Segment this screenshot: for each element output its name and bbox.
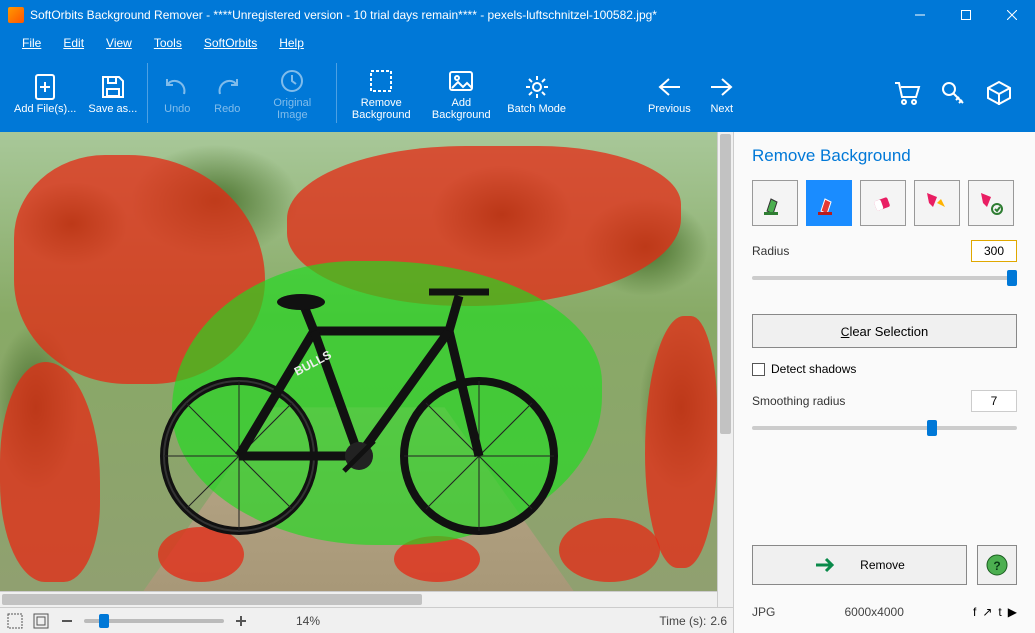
remove-bg-icon [367, 67, 395, 95]
close-button[interactable] [989, 0, 1035, 30]
smoothing-slider[interactable] [752, 426, 1017, 430]
youtube-icon[interactable]: ▶ [1008, 605, 1017, 619]
smoothing-label: Smoothing radius [752, 394, 845, 408]
side-panel: Remove Background Radius CClear Selectio… [733, 132, 1035, 633]
menu-tools[interactable]: Tools [144, 33, 192, 52]
save-as-button[interactable]: Save as... [82, 56, 143, 130]
menu-help[interactable]: Help [269, 33, 314, 52]
facebook-icon[interactable]: f [973, 605, 976, 619]
zoom-in-icon[interactable] [232, 612, 250, 630]
original-image-button[interactable]: Original Image [252, 56, 332, 130]
background-marker-tool[interactable] [806, 180, 852, 226]
zoom-out-icon[interactable] [58, 612, 76, 630]
app-icon [8, 7, 24, 23]
svg-text:?: ? [993, 559, 1000, 573]
menu-bar: File Edit View Tools SoftOrbits Help [0, 30, 1035, 54]
package-icon[interactable] [983, 77, 1015, 109]
zoom-slider[interactable] [84, 619, 224, 623]
zoom-fit-icon[interactable] [6, 612, 24, 630]
canvas-viewport[interactable]: BULLS [0, 132, 733, 607]
undo-icon [163, 73, 191, 101]
menu-view[interactable]: View [96, 33, 142, 52]
title-bar: SoftOrbits Background Remover - ****Unre… [0, 0, 1035, 30]
time-value: 2.6 [710, 614, 727, 628]
vertical-scrollbar[interactable] [717, 132, 733, 607]
menu-softorbits[interactable]: SoftOrbits [194, 33, 267, 52]
bicycle-image: BULLS [129, 236, 589, 536]
redo-button[interactable]: Redo [202, 56, 252, 130]
radius-label: Radius [752, 244, 789, 258]
add-files-button[interactable]: Add File(s)... [8, 56, 82, 130]
marker-tools [752, 180, 1017, 226]
radius-slider[interactable] [752, 276, 1017, 280]
time-label: Time (s): [659, 614, 706, 628]
radius-input[interactable] [971, 240, 1017, 262]
foreground-marker-tool[interactable] [752, 180, 798, 226]
zoom-value: 14% [296, 614, 320, 628]
horizontal-scrollbar[interactable] [0, 591, 717, 607]
help-icon: ? [985, 553, 1009, 577]
remove-label: Remove [860, 558, 905, 572]
canvas-area: BULLS 14% Time (s): 2.6 [0, 132, 733, 633]
format-label: JPG [752, 605, 775, 619]
quick-select-tool[interactable] [914, 180, 960, 226]
zoom-actual-icon[interactable] [32, 612, 50, 630]
key-icon[interactable] [937, 77, 969, 109]
menu-edit[interactable]: Edit [53, 33, 94, 52]
image-icon [447, 67, 475, 95]
clear-selection-button[interactable]: CClear Selectionlear Selection [752, 314, 1017, 348]
detect-shadows-label: Detect shadows [771, 362, 856, 376]
cart-icon[interactable] [891, 77, 923, 109]
gear-icon [523, 73, 551, 101]
share-icon[interactable]: ↗ [982, 605, 992, 619]
add-background-button[interactable]: Add Background [421, 56, 501, 130]
minimize-button[interactable] [897, 0, 943, 30]
arrow-right-icon [708, 73, 736, 101]
panel-title: Remove Background [752, 146, 1017, 166]
main-area: BULLS 14% Time (s): 2.6 Remove Backgroun… [0, 132, 1035, 633]
history-icon [278, 67, 306, 95]
eraser-tool[interactable] [860, 180, 906, 226]
maximize-button[interactable] [943, 0, 989, 30]
detect-shadows-checkbox[interactable]: Detect shadows [752, 362, 1017, 376]
previous-button[interactable]: Previous [642, 56, 697, 130]
remove-button[interactable]: Remove [752, 545, 967, 585]
dimensions-label: 6000x4000 [844, 605, 903, 619]
add-file-icon [31, 73, 59, 101]
arrow-right-icon [814, 557, 836, 573]
toolbar: Add File(s)... Save as... Undo Redo Orig… [0, 54, 1035, 132]
window-title: SoftOrbits Background Remover - ****Unre… [30, 8, 897, 22]
save-icon [99, 73, 127, 101]
smoothing-input[interactable] [971, 390, 1017, 412]
menu-file[interactable]: File [12, 33, 51, 52]
twitter-icon[interactable]: t [998, 605, 1001, 619]
refine-tool[interactable] [968, 180, 1014, 226]
batch-mode-button[interactable]: Batch Mode [501, 56, 572, 130]
redo-icon [213, 73, 241, 101]
undo-button[interactable]: Undo [152, 56, 202, 130]
status-bar: 14% Time (s): 2.6 [0, 607, 733, 633]
help-button[interactable]: ? [977, 545, 1017, 585]
next-button[interactable]: Next [697, 56, 747, 130]
remove-background-button[interactable]: Remove Background [341, 56, 421, 130]
arrow-left-icon [655, 73, 683, 101]
